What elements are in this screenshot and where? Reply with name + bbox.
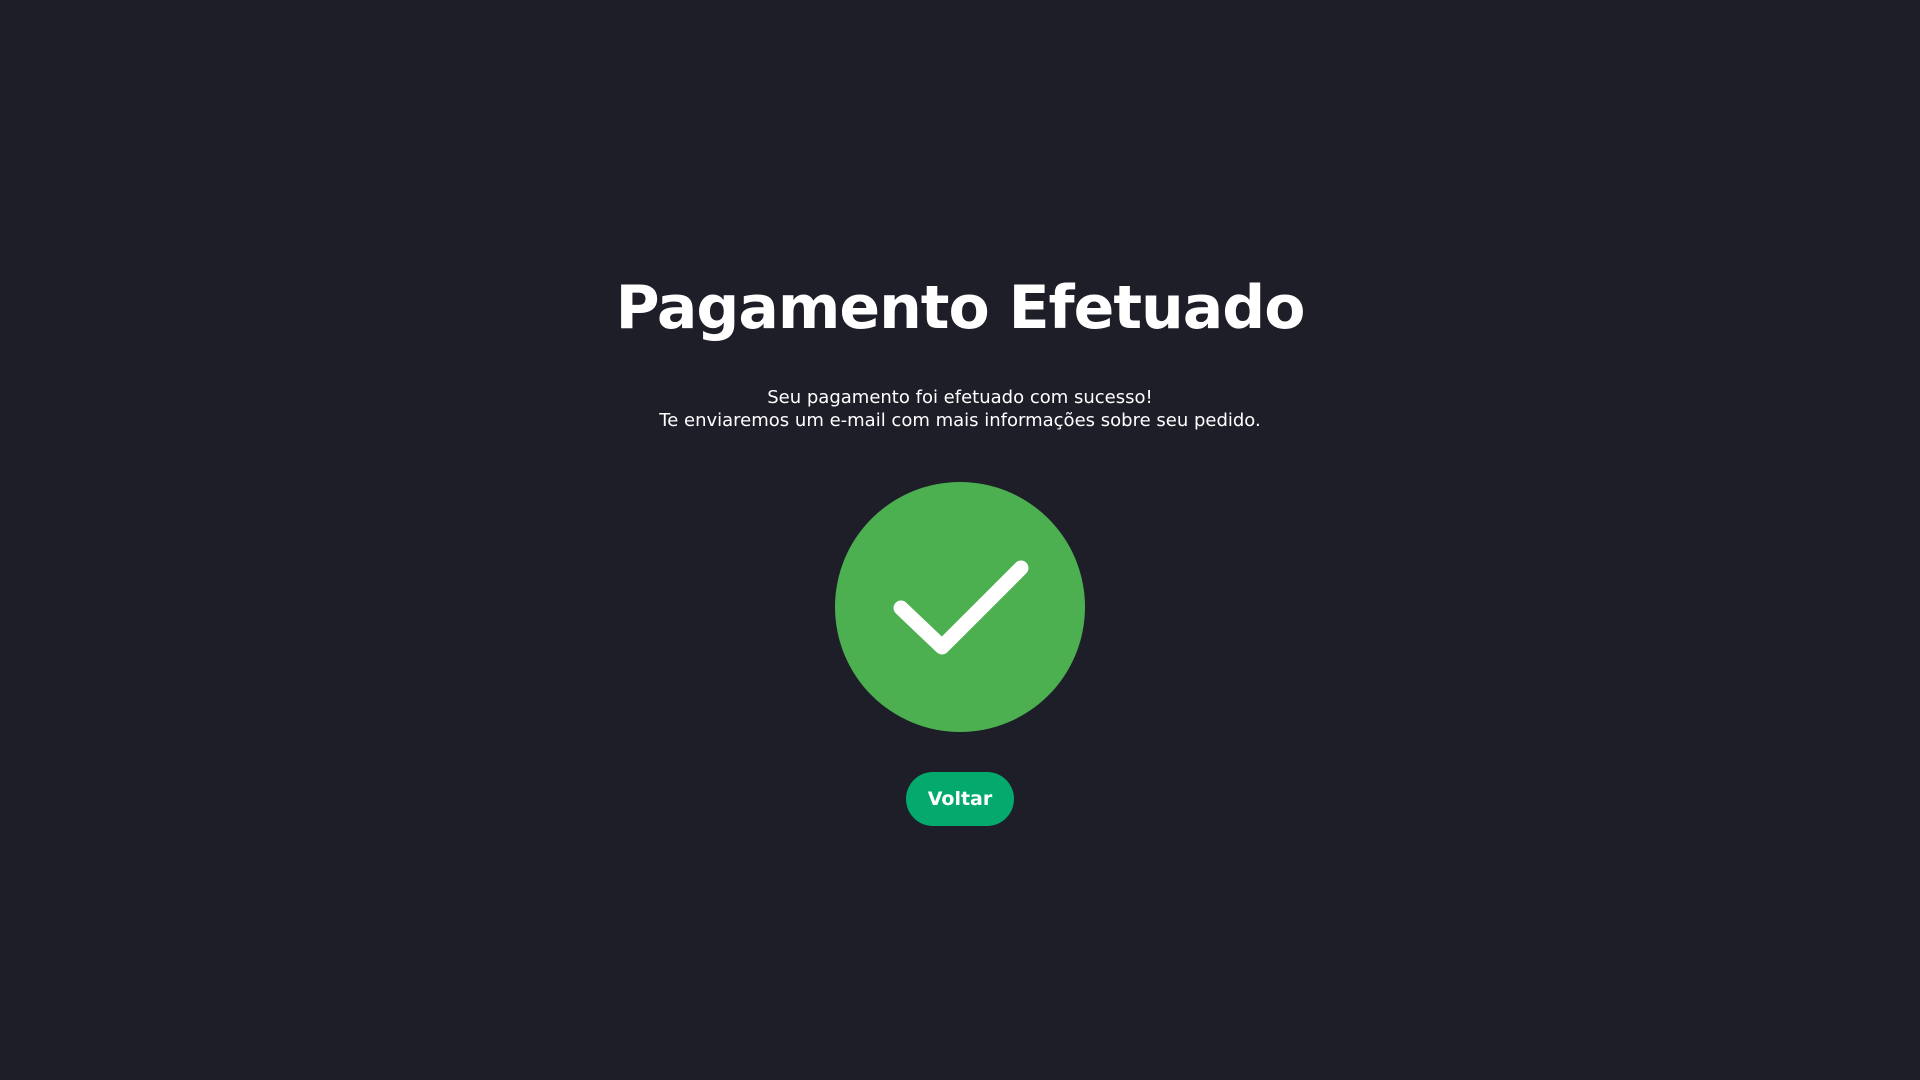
- checkmark-icon: [893, 560, 1029, 655]
- message-line-2: Te enviaremos um e-mail com mais informa…: [659, 410, 1261, 431]
- back-button[interactable]: Voltar: [906, 772, 1014, 826]
- message-line-1: Seu pagamento foi efetuado com sucesso!: [767, 387, 1153, 408]
- confirmation-message: Seu pagamento foi efetuado com sucesso! …: [659, 386, 1260, 432]
- page-title: Pagamento Efetuado: [615, 273, 1306, 343]
- success-indicator: [835, 482, 1085, 732]
- payment-confirmation-page: Pagamento Efetuado Seu pagamento foi efe…: [0, 0, 1920, 1080]
